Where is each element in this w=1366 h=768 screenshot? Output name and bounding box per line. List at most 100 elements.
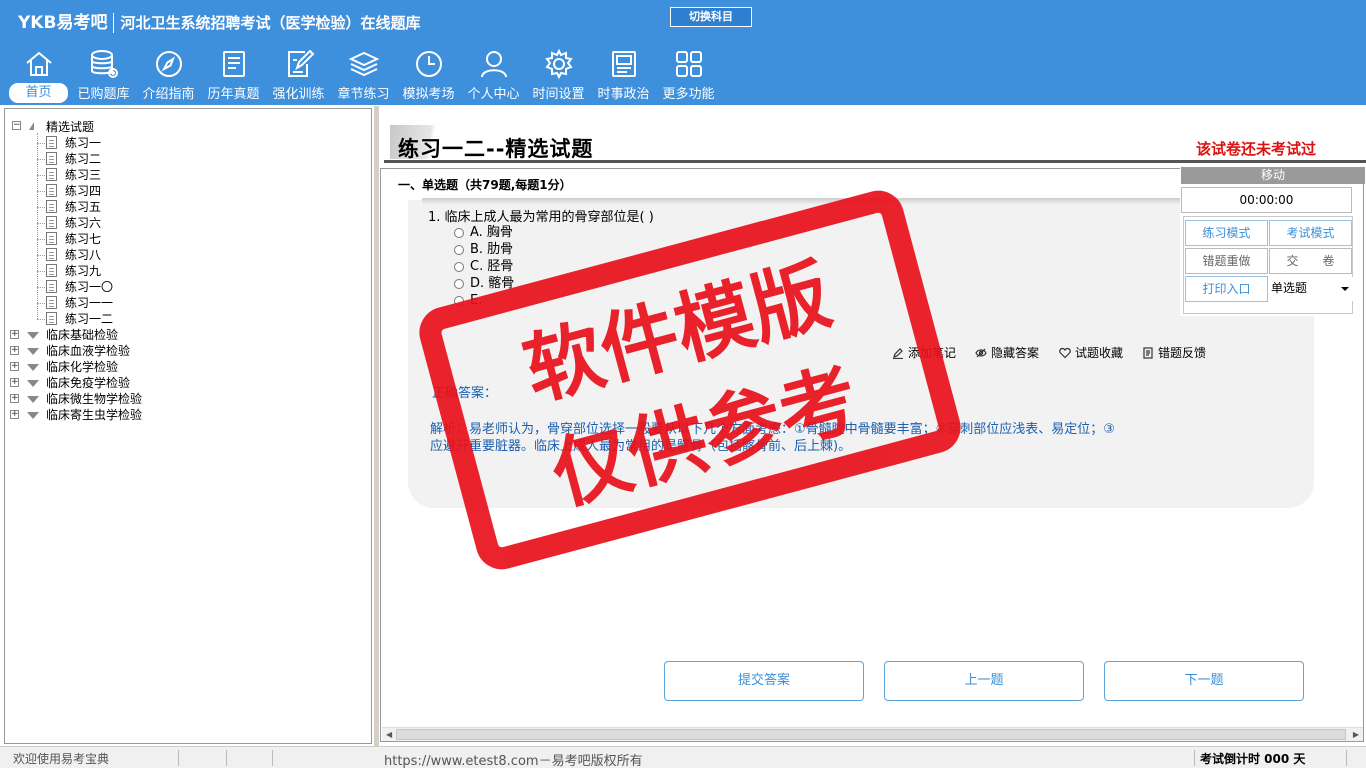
radio-button[interactable] (454, 261, 464, 272)
tool-label: 试题收藏 (1075, 346, 1124, 360)
folder-icon (27, 348, 39, 355)
tool-label: 错题反馈 (1158, 346, 1207, 360)
exam-mode-button[interactable]: 考试模式 (1269, 220, 1352, 246)
nav-label: 历年真题 (207, 87, 260, 102)
nav-training[interactable]: 强化训练 (266, 44, 331, 104)
tree-leaf[interactable]: 练习一 (65, 135, 101, 151)
nav-label: 已购题库 (77, 87, 130, 102)
news-icon (611, 51, 636, 77)
tree-leaf[interactable]: 练习四 (65, 183, 101, 199)
expand-toggle[interactable]: + (10, 346, 19, 355)
tree-leaf[interactable]: 练习一一 (65, 295, 113, 311)
tree-leaf[interactable]: 练习一〇 (65, 279, 113, 295)
radio-button[interactable] (454, 278, 464, 289)
expand-toggle[interactable]: + (10, 378, 19, 387)
app-header: YKB易考吧 河北卫生系统招聘考试（医学检验）在线题库 切换科目 首页 已购题库 … (0, 0, 1366, 105)
favorite-button[interactable]: 试题收藏 (1059, 344, 1123, 361)
tree-group[interactable]: 临床微生物学检验 (46, 391, 142, 407)
nav-label: 介绍指南 (142, 87, 195, 102)
folder-icon (27, 396, 39, 403)
switch-subject-button[interactable]: 切换科目 (670, 7, 752, 27)
tree-leaf[interactable]: 练习六 (65, 215, 101, 231)
redo-wrong-button[interactable]: 错题重做 (1185, 248, 1268, 274)
expand-toggle[interactable]: + (10, 362, 19, 371)
move-handle[interactable]: 移动 (1181, 167, 1365, 184)
tree-leaf[interactable]: 练习三 (65, 167, 101, 183)
option-c[interactable]: C. 胫骨 (454, 258, 513, 275)
collapse-toggle[interactable]: − (12, 121, 21, 130)
expand-toggle[interactable]: + (10, 330, 19, 339)
nav-label: 强化训练 (272, 87, 325, 102)
practice-mode-button[interactable]: 练习模式 (1185, 220, 1268, 246)
grid-icon (675, 51, 702, 77)
scroll-right-icon[interactable]: ▶ (1353, 730, 1359, 739)
tree-leaf[interactable]: 练习二 (65, 151, 101, 167)
expand-toggle[interactable]: + (10, 394, 19, 403)
exercise-tree: − 精选试题 练习一 练习二 练习三 练习四 练习五 练习六 练习七 练习八 练习九 练习一〇 练习一一… (4, 108, 372, 744)
question-type-select[interactable]: 单选题 (1269, 277, 1353, 301)
nav-label: 时间设置 (532, 87, 585, 102)
tree-group[interactable]: 临床血液学检验 (46, 343, 130, 359)
brand: YKB易考吧 河北卫生系统招聘考试（医学检验）在线题库 (18, 8, 420, 33)
feedback-button[interactable]: 错题反馈 (1142, 344, 1206, 361)
nav-label: 更多功能 (662, 87, 715, 102)
hide-answer-button[interactable]: 隐藏答案 (975, 344, 1039, 361)
document-icon (46, 248, 57, 261)
horizontal-scrollbar[interactable]: ◀ ▶ (382, 727, 1363, 741)
layers-icon (348, 51, 379, 77)
nav-label: 章节练习 (337, 87, 390, 102)
nav-more[interactable]: 更多功能 (656, 44, 721, 104)
paper-title: 练习一二--精选试题 (398, 137, 594, 161)
radio-button[interactable] (454, 227, 464, 238)
main-nav: 首页 已购题库 介绍指南 历年真题 强化训练 章节练习 模拟考场 个人中心 时间… (6, 44, 721, 104)
tool-label: 隐藏答案 (991, 346, 1040, 360)
nav-label: 模拟考场 (402, 87, 455, 102)
tree-group[interactable]: 临床基础检验 (46, 327, 118, 343)
nav-purchased[interactable]: 已购题库 (71, 44, 136, 104)
prev-question-button[interactable]: 上一题 (884, 661, 1084, 701)
radio-button[interactable] (454, 244, 464, 255)
nav-label: 时事政治 (597, 87, 650, 102)
scrollbar-thumb[interactable] (396, 729, 1346, 740)
option-label: B. 肋骨 (470, 242, 514, 257)
option-a[interactable]: A. 胸骨 (454, 224, 513, 241)
tree-leaf[interactable]: 练习七 (65, 231, 101, 247)
option-label: C. 胫骨 (470, 259, 514, 274)
panel-splitter[interactable] (374, 106, 379, 746)
scroll-left-icon[interactable]: ◀ (386, 730, 392, 739)
tree-leaf[interactable]: 练习八 (65, 247, 101, 263)
tree-group[interactable]: 临床寄生虫学检验 (46, 407, 142, 423)
option-b[interactable]: B. 肋骨 (454, 241, 513, 258)
tree-group[interactable]: 临床化学检验 (46, 359, 118, 375)
folder-icon (27, 364, 39, 371)
nav-time-settings[interactable]: 时间设置 (526, 44, 591, 104)
expand-toggle[interactable]: + (10, 410, 19, 419)
brand-logo: YKB易考吧 (18, 13, 108, 33)
nav-past-exams[interactable]: 历年真题 (201, 44, 266, 104)
folder-icon (27, 380, 39, 387)
user-icon (480, 51, 507, 78)
nav-guide[interactable]: 介绍指南 (136, 44, 201, 104)
folder-open-icon (29, 122, 34, 130)
welcome-text: 欢迎使用易考宝典 (13, 752, 110, 766)
next-question-button[interactable]: 下一题 (1104, 661, 1304, 701)
gear-icon (544, 48, 573, 80)
nav-mock-exam[interactable]: 模拟考场 (396, 44, 461, 104)
nav-home[interactable]: 首页 (6, 44, 71, 104)
tree-leaf[interactable]: 练习一二 (65, 311, 113, 327)
option-label: A. 胸骨 (470, 225, 513, 240)
document-icon (46, 216, 57, 229)
select-value: 单选题 (1271, 281, 1308, 295)
document-icon (46, 152, 57, 165)
nav-chapters[interactable]: 章节练习 (331, 44, 396, 104)
compass-icon (155, 51, 182, 77)
tree-leaf[interactable]: 练习五 (65, 199, 101, 215)
submit-paper-button[interactable]: 交 卷 (1269, 248, 1352, 274)
nav-current-affairs[interactable]: 时事政治 (591, 44, 656, 104)
tree-group[interactable]: 临床免疫学检验 (46, 375, 130, 391)
submit-answer-button[interactable]: 提交答案 (664, 661, 864, 701)
tree-node-root[interactable]: 精选试题 (46, 119, 94, 135)
nav-profile[interactable]: 个人中心 (461, 44, 526, 104)
tree-leaf[interactable]: 练习九 (65, 263, 101, 279)
print-button[interactable]: 打印入口 (1185, 276, 1268, 302)
